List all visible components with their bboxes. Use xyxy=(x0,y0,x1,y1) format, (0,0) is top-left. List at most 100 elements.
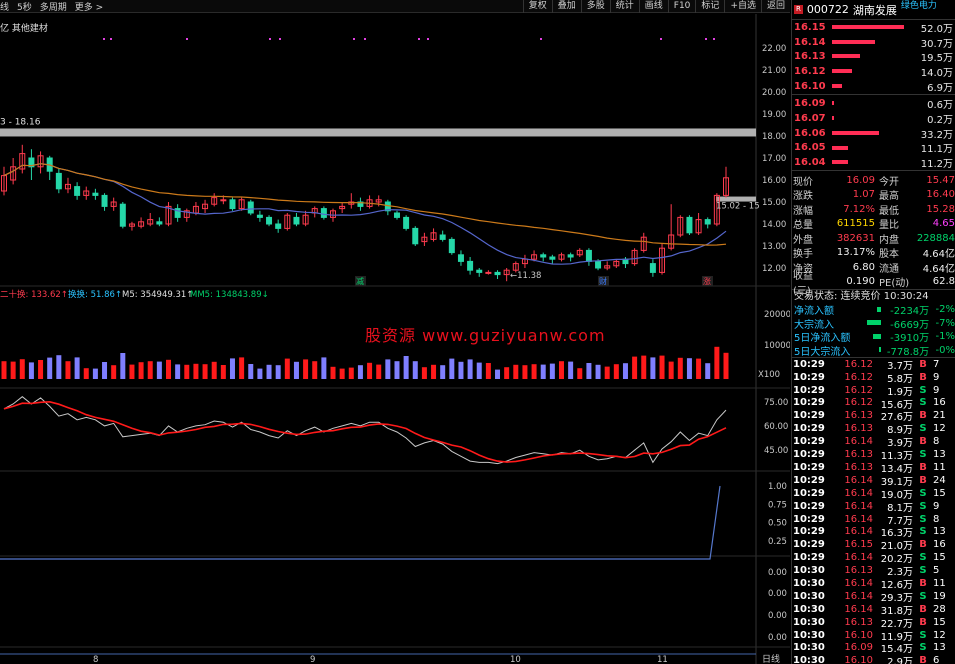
volume-bar xyxy=(147,361,153,379)
candle-body[interactable] xyxy=(393,212,400,218)
candle-body[interactable] xyxy=(549,256,556,260)
candle-body[interactable] xyxy=(439,234,446,240)
candle-body[interactable] xyxy=(403,216,410,229)
tick-count: 5 xyxy=(933,565,940,577)
tick-price: 16.14 xyxy=(844,513,873,525)
orderbook-row[interactable]: 16.13 19.5万 xyxy=(792,49,955,64)
tick-count: 12 xyxy=(933,423,946,435)
ind2-tick: 0.00 xyxy=(768,568,787,578)
candle-body[interactable] xyxy=(293,216,300,225)
candle-body[interactable] xyxy=(247,201,254,214)
tick-side: B xyxy=(919,410,927,422)
tick-side: S xyxy=(919,397,927,409)
toolbar-left-1[interactable]: 5秒 xyxy=(17,0,32,13)
orderbook-bar xyxy=(832,69,853,74)
candle-body[interactable] xyxy=(156,221,163,225)
orderbook-bar-track xyxy=(832,141,903,156)
candle-body[interactable] xyxy=(266,216,273,225)
quote-label: 外盘 xyxy=(793,234,813,246)
candle-body[interactable] xyxy=(119,203,126,227)
tick-row[interactable]: 10:30 16.10 2.9万 B 6 xyxy=(792,654,955,664)
toolbar-btn-7[interactable]: +自选 xyxy=(724,0,761,13)
volume-bar xyxy=(339,368,345,379)
stock-name[interactable]: 湖南发展 xyxy=(853,2,897,18)
volume-bar xyxy=(513,364,519,379)
candle-body[interactable] xyxy=(595,260,602,269)
toolbar-left-2[interactable]: 多周期 xyxy=(40,0,67,13)
event-marker-label: 减 xyxy=(356,276,364,286)
candle-body[interactable] xyxy=(567,254,574,258)
signal-dot xyxy=(279,38,281,40)
volume-bar xyxy=(312,361,318,379)
toolbar-btn-6[interactable]: 标记 xyxy=(695,0,724,13)
tick-list[interactable]: 10:29 16.12 3.7万 B 7 10:29 16.12 5.8万 B 9 10:29 16.… xyxy=(792,356,955,664)
orderbook-row[interactable]: 16.04 11.2万 xyxy=(792,155,955,170)
toolbar-btn-4[interactable]: 画线 xyxy=(638,0,668,13)
candle-body[interactable] xyxy=(320,208,327,218)
tick-time: 10:29 xyxy=(793,371,825,383)
candle-body[interactable] xyxy=(540,254,547,258)
toolbar-btn-2[interactable]: 多股 xyxy=(580,0,610,13)
toolbar-btn-3[interactable]: 统计 xyxy=(609,0,639,13)
toolbar-btn-5[interactable]: F10 xyxy=(667,0,696,13)
candle-body[interactable] xyxy=(494,271,501,276)
candle-body[interactable] xyxy=(256,214,263,218)
volume-bar xyxy=(449,358,455,379)
tick-side: S xyxy=(919,552,927,564)
toolbar-left-0[interactable]: 线 xyxy=(0,0,9,13)
toolbar-left-3[interactable]: 更多 > xyxy=(75,0,103,13)
orderbook-row[interactable]: 16.12 14.0万 xyxy=(792,64,955,79)
toolbar-btn-0[interactable]: 复权 xyxy=(522,0,552,13)
candle-body[interactable] xyxy=(92,192,99,196)
candle-body[interactable] xyxy=(476,269,483,273)
candle-body[interactable] xyxy=(704,219,711,225)
tick-count: 28 xyxy=(933,603,946,615)
volume-bar xyxy=(577,368,583,379)
quote-label: 涨幅 xyxy=(793,205,813,217)
tick-price: 16.14 xyxy=(844,474,873,486)
chart-toolbar: 线 5秒 多周期 更多 > 复权 叠加 多股 统计 画线 F10 标记 +自选 返回 xyxy=(0,0,790,13)
candle-body[interactable] xyxy=(585,249,592,262)
ind-tick: 1.00 xyxy=(768,482,787,492)
quote-label: 流通 xyxy=(879,263,899,275)
orderbook-price: 16.06 xyxy=(794,127,826,139)
candle-body[interactable] xyxy=(485,271,492,274)
tick-time: 10:29 xyxy=(793,539,825,551)
flow-pct: -0% xyxy=(935,344,955,356)
orderbook-row[interactable]: 16.05 11.1万 xyxy=(792,141,955,156)
candle-body[interactable] xyxy=(686,216,693,234)
period-label[interactable]: 日线 xyxy=(762,653,780,664)
quote-row: 涨幅 7.12% 最低 15.28 xyxy=(792,202,955,217)
orderbook-volume: 14.0万 xyxy=(920,67,953,79)
candle-body[interactable] xyxy=(467,260,474,271)
orderbook-row[interactable]: 16.06 33.2万 xyxy=(792,126,955,141)
candle-body[interactable] xyxy=(275,223,282,229)
orderbook-row[interactable]: 16.09 0.6万 xyxy=(792,96,955,111)
candle-body[interactable] xyxy=(457,254,464,262)
candle-body[interactable] xyxy=(101,194,108,207)
candle-body[interactable] xyxy=(649,263,656,273)
volume-bar xyxy=(549,363,555,379)
tick-time: 10:29 xyxy=(793,500,825,512)
candle-body[interactable] xyxy=(220,199,227,202)
sector-link[interactable]: 绿色电力 xyxy=(901,0,937,11)
orderbook-bar xyxy=(832,116,834,121)
candle-body[interactable] xyxy=(74,186,81,196)
orderbook-row[interactable]: 16.15 52.0万 xyxy=(792,20,955,35)
candle-body[interactable] xyxy=(229,199,236,210)
orderbook-row[interactable]: 16.14 30.7万 xyxy=(792,35,955,50)
vol-legend-d: MM5: 134843.89↓ xyxy=(190,290,269,300)
orderbook-row[interactable]: 16.07 0.2万 xyxy=(792,111,955,126)
toolbar-btn-8[interactable]: 返回 xyxy=(760,0,790,13)
orderbook-price: 16.10 xyxy=(794,80,826,92)
candle-body[interactable] xyxy=(448,238,455,254)
tick-side: S xyxy=(919,565,927,577)
tick-time: 10:30 xyxy=(793,577,825,589)
candle-body[interactable] xyxy=(55,172,62,190)
toolbar-btn-1[interactable]: 叠加 xyxy=(551,0,581,13)
orderbook-row[interactable]: 16.10 6.9万 xyxy=(792,79,955,94)
tick-side: B xyxy=(919,616,927,628)
candle-body[interactable] xyxy=(412,227,419,245)
orderbook-divider xyxy=(792,94,955,96)
volume-bar xyxy=(558,361,564,379)
